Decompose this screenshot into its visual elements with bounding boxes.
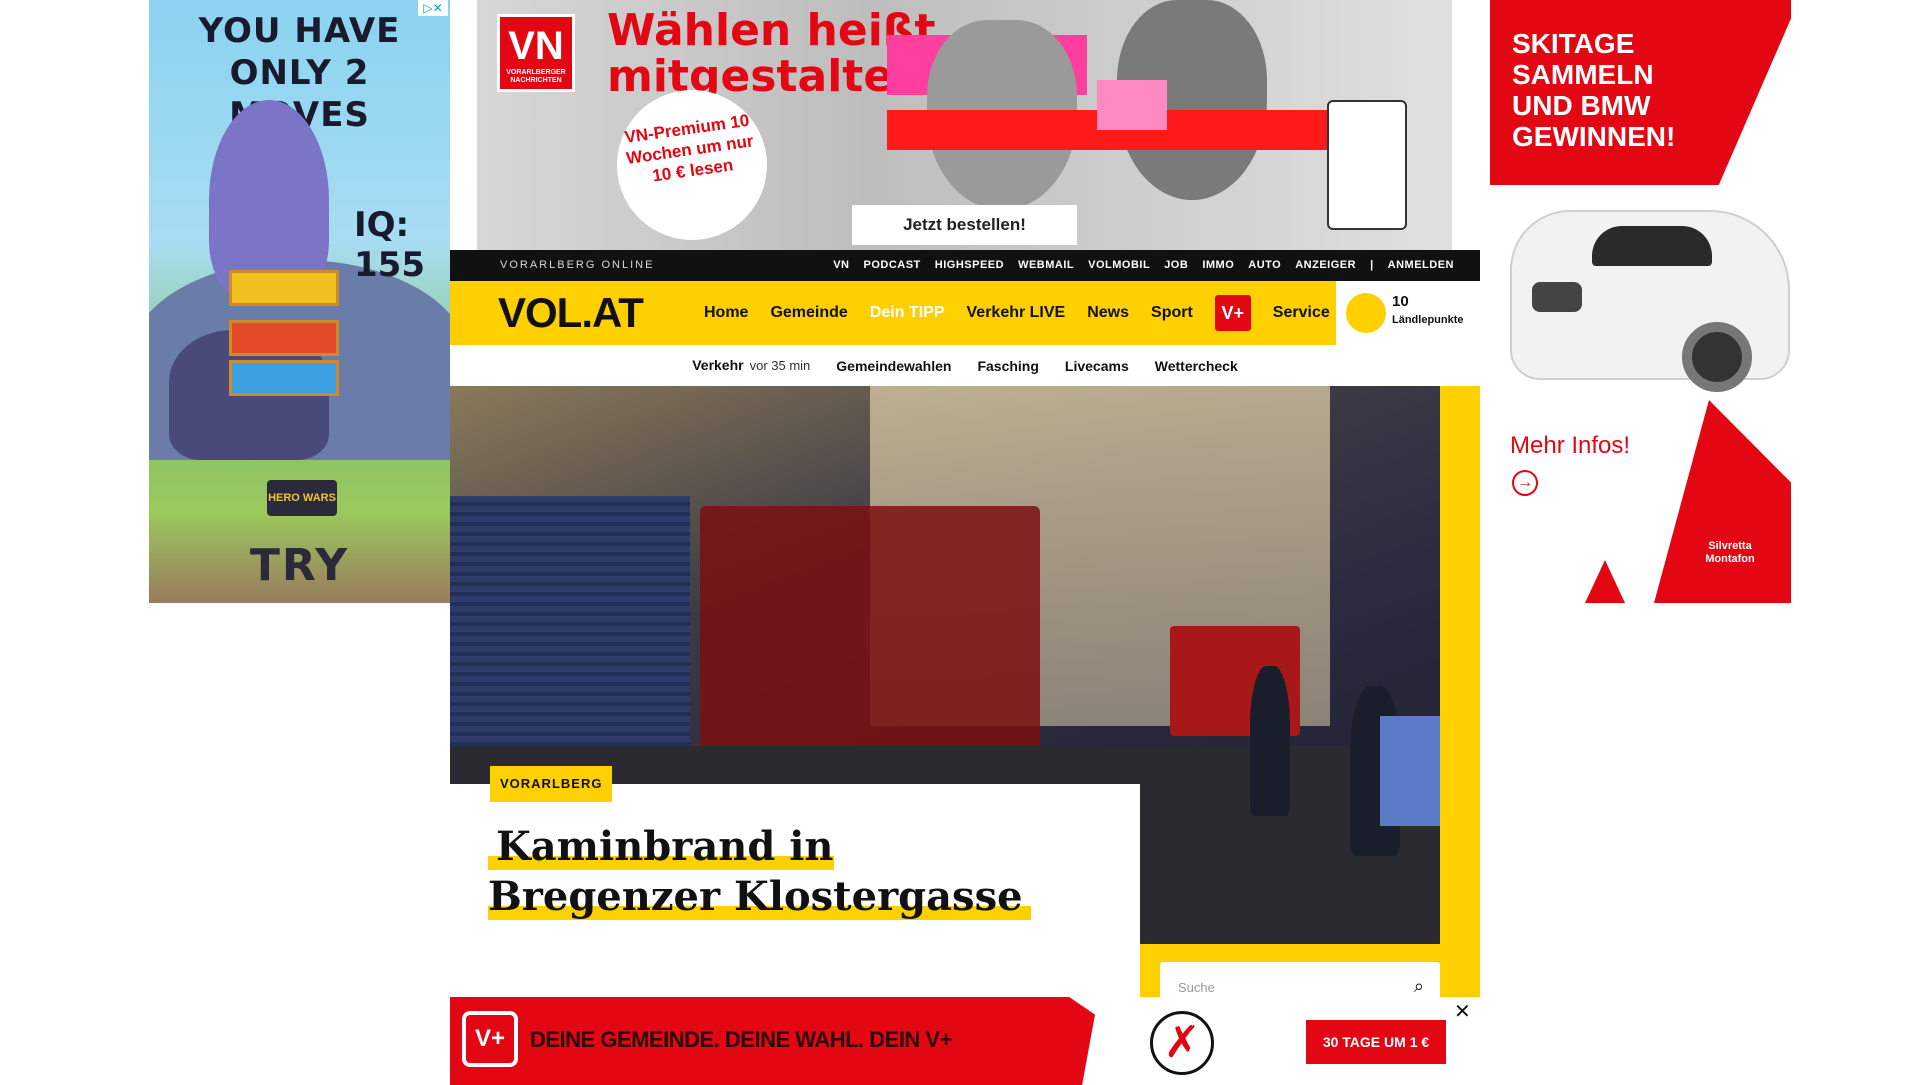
sub-navigation: Verkehr vor 35 min Gemeindewahlen Faschin… [450,345,1480,386]
hero-wars-logo: HERO WARS [267,480,337,516]
close-icon[interactable]: ✕ [1454,999,1471,1024]
utility-link-auto[interactable]: AUTO [1248,250,1281,281]
traffic-item[interactable]: Verkehr vor 35 min [692,357,810,375]
network-brand: VORARLBERG ONLINE [500,259,655,271]
utility-links: VN PODCAST HIGHSPEED WEBMAIL VOLMOBIL JO… [833,250,1454,281]
ad-try-button[interactable]: TRY [149,540,450,591]
left-skyscraper-ad[interactable]: ▷✕ YOU HAVE ONLY 2 MOVES IQ: 155 HERO WA… [149,0,450,603]
category-badge[interactable]: VORARLBERG [490,766,613,802]
nav-item-sport[interactable]: Sport [1151,304,1193,322]
ad-mountain-shape [1610,400,1791,603]
traffic-label: Verkehr [692,356,744,373]
nav-item-dein-tipp[interactable]: Dein TIPP [870,304,945,322]
nav-item-service[interactable]: Service [1273,304,1330,322]
ad-mountain-shape-small [1585,560,1625,603]
subnav-item-fasching[interactable]: Fasching [977,358,1038,374]
utility-link-webmail[interactable]: WEBMAIL [1018,250,1074,281]
ad-offer-badge: VN-Premium 10 Wochen um nur 10 € lesen [607,80,777,250]
nav-item-verkehr-live[interactable]: Verkehr LIVE [967,304,1066,322]
utility-link-vn[interactable]: VN [833,250,849,281]
utility-separator: | [1370,259,1374,271]
utility-link-highspeed[interactable]: HIGHSPEED [935,250,1004,281]
utility-link-podcast[interactable]: PODCAST [864,250,921,281]
ad-collage-shape [1097,80,1167,130]
login-link[interactable]: ANMELDEN [1388,250,1454,281]
nav-item-news[interactable]: News [1087,304,1129,322]
bottom-sticky-ad[interactable]: V+ DEINE GEMEINDE. DEINE WAHL. DEIN V+ ✗… [450,997,1480,1085]
laendlepunkte-widget[interactable]: 10 Ländlepunkte [1336,281,1480,345]
article-title[interactable]: Kaminbrand in Bregenzer Klostergasse [488,822,1048,922]
ad-order-button[interactable]: Jetzt bestellen! [852,205,1077,245]
ad-pin-bar [229,320,339,356]
ad-offer-button[interactable]: 30 TAGE UM 1 € [1306,1020,1446,1064]
subnav-item-gemeindewahlen[interactable]: Gemeindewahlen [836,358,951,374]
utility-link-job[interactable]: JOB [1164,250,1188,281]
vn-logo-mark: VN [508,24,564,68]
ad-pin-bar [229,360,339,396]
hero-firefighter [1250,666,1290,816]
ad-more-info-link[interactable]: Mehr Infos! [1510,432,1630,460]
points-value: 10 [1392,293,1409,310]
traffic-time: vor 35 min [749,357,811,373]
car-wheel [1682,322,1752,392]
ad-slogan: DEINE GEMEINDE. DEINE WAHL. DEIN V+ [530,1027,952,1052]
vn-logo: VN VORARLBERGER NACHRICHTEN [497,14,575,92]
subnav-item-wettercheck[interactable]: Wettercheck [1155,358,1238,374]
nav-item-gemeinde[interactable]: Gemeinde [770,304,847,322]
vplus-button[interactable]: V+ [1214,295,1251,331]
article-title-text: Kaminbrand in Bregenzer Klostergasse [488,823,1031,920]
utility-link-immo[interactable]: IMMO [1202,250,1234,281]
main-navigation: VOL.AT Home Gemeinde Dein TIPP Verkehr L… [450,281,1480,345]
ad-pin-bar [229,270,339,306]
arrow-right-icon[interactable]: → [1512,470,1538,496]
vn-logo-subtitle: VORARLBERGER NACHRICHTEN [506,69,566,84]
silvretta-montafon-logo: Silvretta Montafon [1705,540,1755,565]
top-utility-bar: VORARLBERG ONLINE VN PODCAST HIGHSPEED W… [450,250,1480,281]
points-label: Ländlepunkte [1392,314,1464,326]
top-banner-ad[interactable]: VN VORARLBERGER NACHRICHTEN Wählen heißt… [477,0,1452,250]
vplus-logo: V+ [462,1011,518,1067]
search-placeholder: Suche [1178,980,1215,995]
right-skyscraper-ad[interactable]: SKITAGE SAMMELN UND BMW GEWINNEN! Mehr I… [1490,0,1791,603]
utility-link-anzeiger[interactable]: ANZEIGER [1295,250,1356,281]
search-icon[interactable]: ⌕ [1414,976,1424,997]
utility-link-volmobil[interactable]: VOLMOBIL [1088,250,1150,281]
main-nav-items: Home Gemeinde Dein TIPP Verkehr LIVE New… [704,281,1330,345]
ad-car-image [1510,210,1790,392]
nav-item-home[interactable]: Home [704,304,748,322]
vol-at-logo[interactable]: VOL.AT [498,289,644,337]
ad-iq-label: IQ: 155 [354,205,425,285]
ad-newspaper-tablet [1327,100,1407,230]
ballot-cross-icon: ✗ [1150,1011,1214,1075]
ad-headline: SKITAGE SAMMELN UND BMW GEWINNEN! [1512,28,1676,152]
car-window [1592,226,1712,266]
subnav-item-livecams[interactable]: Livecams [1065,358,1129,374]
hero-safety-vest [1380,716,1440,826]
mountain-sun-icon [1346,293,1386,333]
vol-at-site: VORARLBERG ONLINE VN PODCAST HIGHSPEED W… [450,250,1480,1080]
car-grille [1532,282,1582,312]
